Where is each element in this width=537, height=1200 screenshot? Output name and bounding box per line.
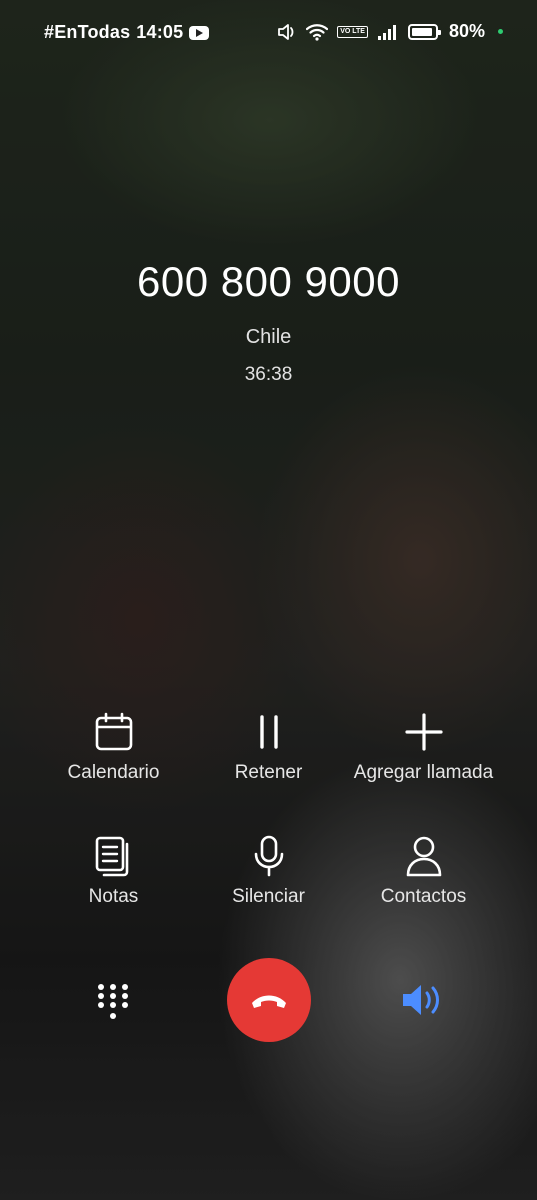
call-duration: 36:38 [244,364,293,385]
status-right: VO LTE 80% [277,21,503,42]
battery-icon [407,23,441,40]
youtube-icon [189,25,210,40]
mute-button[interactable]: Silenciar [179,834,358,908]
battery-percent: 80% [448,21,485,41]
add-call-button[interactable]: Agregar llamada [334,710,513,784]
microphone-icon [254,835,283,877]
volume-icon [278,23,294,40]
carrier-text: #EnTodas [44,22,131,42]
contacts-button[interactable]: Contactos [334,834,513,908]
calendar-label: Calendario [67,762,160,783]
person-icon [406,836,441,877]
pause-icon [259,715,278,749]
notes-button[interactable]: Notas [24,834,203,908]
phone-number: 600 800 9000 [137,258,400,305]
contacts-label: Contactos [380,886,467,907]
volte-icon: VO LTE [337,25,368,38]
add-call-label: Agregar llamada [353,762,494,783]
call-actions [0,958,537,1042]
calendar-button[interactable]: Calendario [24,710,203,784]
signal-icon [377,24,396,40]
dialpad-icon[interactable] [96,982,130,1022]
notes-icon [95,836,128,877]
status-time: 14:05 [136,22,184,42]
notes-label: Notas [88,886,139,907]
end-call-icon [252,995,286,1008]
speaker-icon[interactable] [400,982,446,1018]
mute-label: Silenciar [232,886,305,907]
caller-location: Chile [245,326,292,348]
plus-icon [404,713,443,751]
hold-button[interactable]: Retener [179,710,358,784]
status-bar: #EnTodas 14:05 VO LTE 80% [0,0,537,68]
status-dot [498,29,503,34]
calendar-icon [95,712,132,751]
call-screen: #EnTodas 14:05 VO LTE 80% 600 800 9000 C… [0,0,537,1200]
wifi-icon [306,23,329,41]
status-left: #EnTodas 14:05 [44,22,210,43]
end-call-button[interactable] [227,958,311,1042]
hold-label: Retener [234,762,303,783]
